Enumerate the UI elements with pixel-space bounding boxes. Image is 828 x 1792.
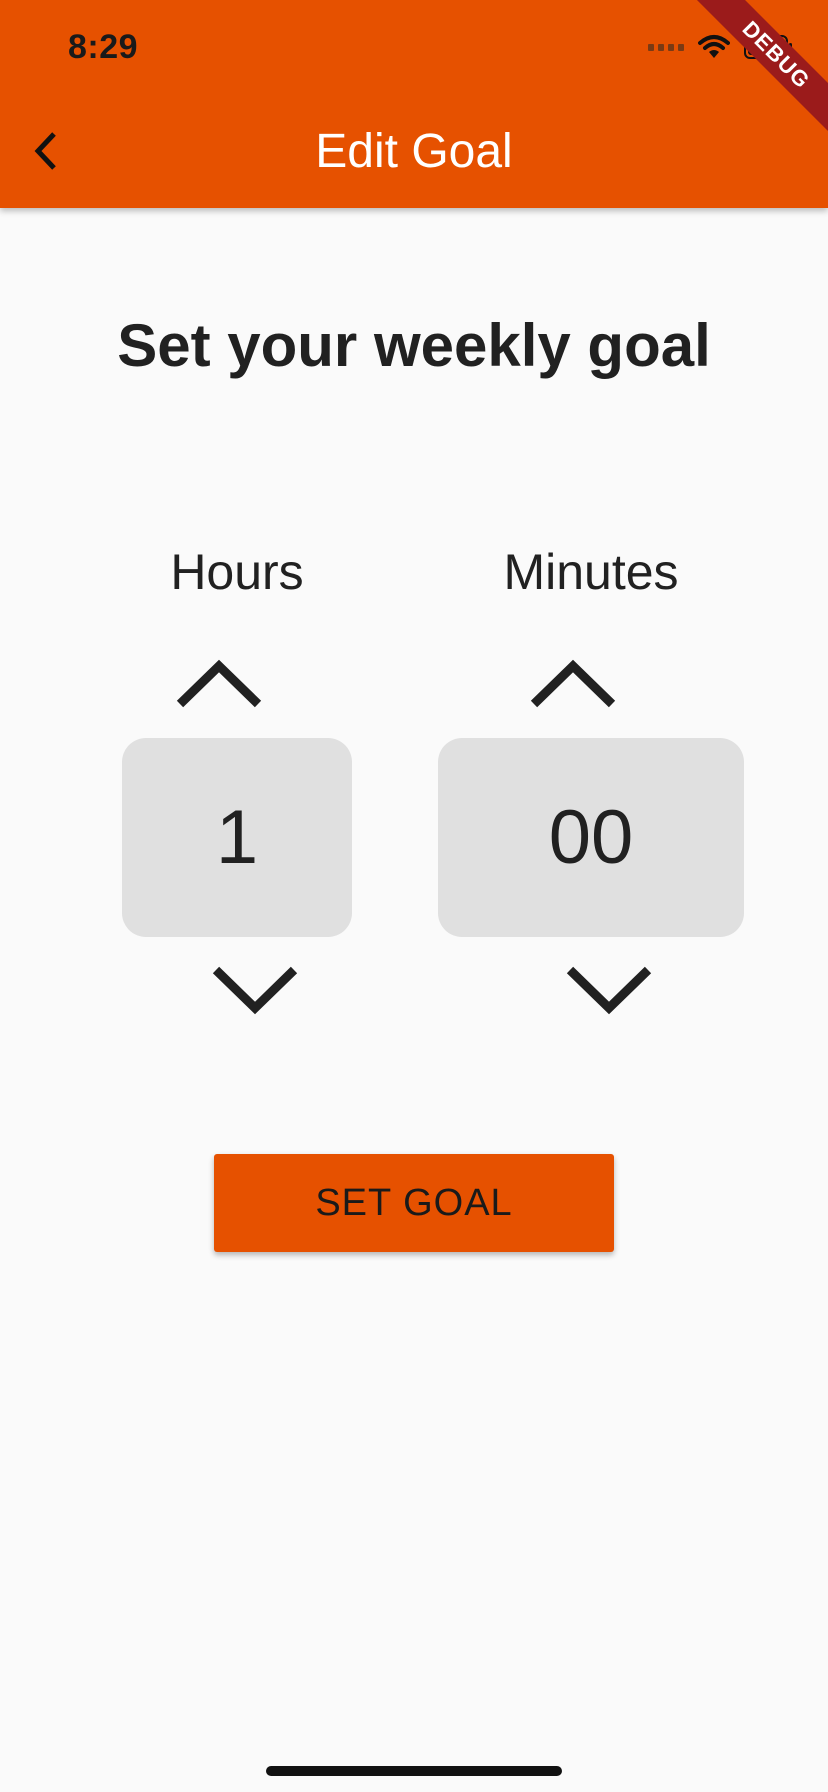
hours-decrement-button[interactable] — [210, 962, 300, 1022]
hours-label: Hours — [170, 544, 304, 600]
chevron-up-icon — [176, 659, 262, 708]
goal-heading: Set your weekly goal — [117, 312, 711, 379]
home-indicator[interactable] — [266, 1766, 562, 1776]
status-icons — [648, 34, 794, 60]
hours-value-box: 1 — [122, 738, 352, 937]
chevron-down-icon — [212, 966, 298, 1015]
chevron-up-icon — [530, 659, 616, 708]
status-time: 8:29 — [68, 28, 139, 66]
wifi-icon — [698, 35, 730, 58]
minutes-value: 00 — [548, 795, 634, 880]
battery-icon — [744, 35, 792, 59]
minutes-increment-button[interactable] — [528, 650, 618, 710]
minutes-decrement-button[interactable] — [564, 962, 654, 1022]
hours-value: 1 — [215, 795, 259, 880]
page-title: Edit Goal — [315, 125, 513, 178]
app-bar: 8:29 Edit Goal — [0, 0, 828, 208]
hours-increment-button[interactable] — [174, 650, 264, 710]
cellular-signal-icon — [648, 43, 684, 51]
minutes-label: Minutes — [503, 544, 679, 600]
set-goal-button[interactable]: SET GOAL — [214, 1154, 614, 1252]
minutes-value-box: 00 — [438, 738, 744, 937]
chevron-down-icon — [566, 966, 652, 1015]
